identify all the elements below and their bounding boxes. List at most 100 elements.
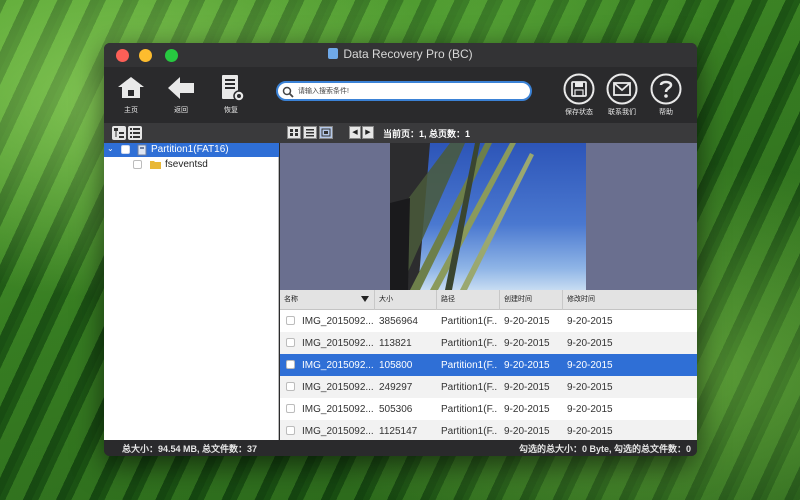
table-row[interactable]: IMG_2015092... 3856964 Partition1(F... 9…: [280, 310, 697, 332]
cell-name: IMG_2015092...: [302, 316, 374, 327]
cell-path: Partition1(F...: [441, 338, 498, 349]
row-checkbox[interactable]: [286, 338, 295, 347]
tree-toolbar: [104, 123, 279, 143]
row-checkbox[interactable]: [286, 426, 295, 435]
recover-button[interactable]: 恢复: [209, 73, 253, 115]
row-checkbox[interactable]: [286, 404, 295, 413]
back-arrow-icon: [168, 77, 194, 99]
cell-name: IMG_2015092...: [302, 404, 374, 415]
table-row[interactable]: IMG_2015092... 249297 Partition1(F... 9-…: [280, 376, 697, 398]
app-icon: [328, 48, 339, 59]
prev-page-button[interactable]: ◀: [349, 126, 361, 139]
tree-view-icon: [114, 128, 124, 138]
tree-checkbox[interactable]: [133, 160, 142, 169]
row-checkbox[interactable]: [286, 360, 295, 369]
search-box[interactable]: [276, 81, 532, 101]
list-view-icon: [130, 128, 140, 138]
table-header: 名称 大小 路径 创建时间 修改时间: [280, 290, 697, 310]
expand-toggle-icon[interactable]: ⌄: [107, 144, 114, 153]
home-button[interactable]: 主页: [109, 73, 153, 115]
preview-image: [390, 143, 586, 290]
back-label: 返回: [174, 107, 188, 114]
column-header-name[interactable]: 名称: [280, 290, 375, 310]
save-state-label: 保存状态: [565, 109, 593, 116]
page-info: 当前页：1, 总页数：1: [383, 129, 471, 139]
cell-size: 113821: [379, 338, 412, 349]
recover-label: 恢复: [224, 107, 238, 114]
cell-modified: 9-20-2015: [567, 404, 613, 415]
back-button[interactable]: 返回: [159, 73, 203, 115]
status-selected: 勾选的总大小：0 Byte, 勾选的总文件数：0: [518, 444, 691, 454]
column-header-label: 修改时间: [567, 296, 595, 303]
help-question-icon: [650, 73, 682, 105]
thumbnail-view-button[interactable]: [287, 126, 301, 139]
search-icon: [282, 86, 294, 98]
list-icon: [306, 129, 314, 137]
preview-icon: [321, 128, 331, 137]
home-icon: [118, 77, 144, 98]
title-bar: Data Recovery Pro (BC): [104, 43, 697, 67]
column-header-size[interactable]: 大小: [375, 290, 437, 310]
cell-size: 1125147: [379, 426, 418, 437]
row-checkbox[interactable]: [286, 316, 295, 325]
column-header-path[interactable]: 路径: [437, 290, 500, 310]
save-state-button[interactable]: 保存状态: [557, 73, 601, 117]
file-table: 名称 大小 路径 创建时间 修改时间 IMG_2015092... 385696…: [280, 290, 697, 440]
cell-created: 9-20-2015: [504, 360, 550, 371]
status-total: 总大小：94.54 MB, 总文件数：37: [122, 444, 258, 454]
help-button[interactable]: 帮助: [644, 73, 688, 117]
folder-icon: [150, 161, 161, 169]
cell-path: Partition1(F...: [441, 360, 498, 371]
cell-modified: 9-20-2015: [567, 338, 613, 349]
cell-size: 105800: [379, 360, 413, 371]
column-header-created[interactable]: 创建时间: [500, 290, 563, 310]
next-arrow-icon: ▶: [365, 129, 371, 136]
next-page-button[interactable]: ▶: [362, 126, 374, 139]
cell-modified: 9-20-2015: [567, 382, 613, 393]
cell-created: 9-20-2015: [504, 316, 550, 327]
cell-path: Partition1(F...: [441, 404, 498, 415]
table-row[interactable]: IMG_2015092... 1125147 Partition1(F... 9…: [280, 420, 697, 440]
home-label: 主页: [124, 107, 138, 114]
cell-size: 505306: [379, 404, 413, 415]
tree-item-fseventsd[interactable]: fseventsd: [104, 158, 279, 172]
tree-item-partition1[interactable]: ⌄ Partition1(FAT16): [104, 143, 279, 157]
cell-name: IMG_2015092...: [302, 382, 374, 393]
column-header-label: 大小: [379, 296, 393, 303]
cell-created: 9-20-2015: [504, 382, 550, 393]
help-label: 帮助: [659, 109, 673, 116]
tree-checkbox[interactable]: [121, 145, 130, 154]
save-disk-icon: [563, 73, 595, 105]
grid-icon: [290, 129, 298, 136]
column-header-modified[interactable]: 修改时间: [563, 290, 697, 310]
cell-name: IMG_2015092...: [302, 338, 374, 349]
tree-view-button[interactable]: [112, 126, 126, 140]
cell-created: 9-20-2015: [504, 426, 550, 437]
list-view-button[interactable]: [128, 126, 142, 140]
table-row[interactable]: IMG_2015092... 113821 Partition1(F... 9-…: [280, 332, 697, 354]
prev-arrow-icon: ◀: [352, 129, 358, 136]
table-row[interactable]: IMG_2015092... 505306 Partition1(F... 9-…: [280, 398, 697, 420]
preview-view-button[interactable]: [319, 126, 333, 139]
sort-descending-icon: [361, 296, 369, 302]
search-input[interactable]: [298, 84, 523, 98]
detail-view-button[interactable]: [303, 126, 317, 139]
tree-item-label: Partition1(FAT16): [151, 144, 229, 155]
row-checkbox[interactable]: [286, 382, 295, 391]
table-row-selected[interactable]: IMG_2015092... 105800 Partition1(F... 9-…: [280, 354, 697, 376]
cell-modified: 9-20-2015: [567, 316, 613, 327]
contact-us-button[interactable]: 联系我们: [600, 73, 644, 117]
window-title: Data Recovery Pro (BC): [104, 47, 697, 61]
column-header-label: 路径: [441, 296, 455, 303]
cell-modified: 9-20-2015: [567, 426, 613, 437]
cell-path: Partition1(F...: [441, 382, 498, 393]
content-toolbar: ◀ ▶ 当前页：1, 总页数：1: [279, 123, 697, 143]
cell-created: 9-20-2015: [504, 338, 550, 349]
partition-tree: ⌄ Partition1(FAT16) fseventsd: [104, 143, 279, 440]
toolbar: 主页 返回 恢复 请输入搜索条件! 保存状态 联系我们 帮助: [104, 67, 697, 123]
status-bar: 总大小：94.54 MB, 总文件数：37 勾选的总大小：0 Byte, 勾选的…: [104, 440, 697, 456]
cell-path: Partition1(F...: [441, 316, 498, 327]
mail-icon: [606, 73, 638, 105]
preview-photo-art: [390, 143, 534, 290]
app-window: Data Recovery Pro (BC) 主页 返回 恢复 请输入搜索条件!…: [104, 43, 697, 456]
